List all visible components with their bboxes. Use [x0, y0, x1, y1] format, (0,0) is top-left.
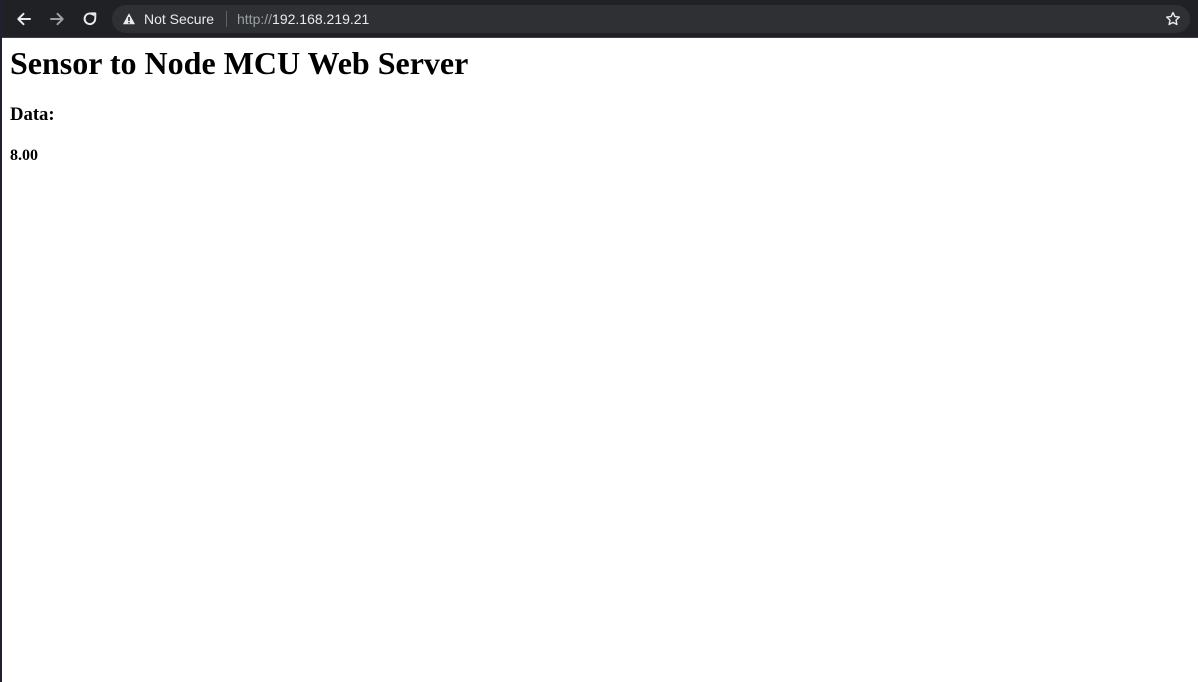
security-chip[interactable]: Not Secure — [122, 5, 214, 33]
url-scheme: http:// — [237, 11, 273, 27]
warning-icon — [123, 13, 135, 25]
url-host: 192.168.219.21 — [272, 11, 370, 27]
back-arrow-icon — [17, 12, 31, 26]
forward-button[interactable] — [45, 7, 69, 31]
browser-window: Not Secure http://192.168.219.21 Sensor … — [0, 0, 1198, 682]
url-display[interactable]: http://192.168.219.21 — [237, 5, 369, 33]
back-button[interactable] — [12, 7, 36, 31]
reload-button[interactable] — [78, 7, 102, 31]
address-bar-divider — [226, 11, 227, 27]
browser-toolbar: Not Secure http://192.168.219.21 — [2, 0, 1198, 38]
bookmark-button[interactable] — [1164, 10, 1182, 28]
forward-arrow-icon — [50, 12, 64, 26]
page-title: Sensor to Node MCU Web Server — [10, 45, 469, 81]
address-bar[interactable]: Not Secure http://192.168.219.21 — [112, 5, 1190, 33]
star-icon — [1166, 11, 1180, 26]
page-content: Sensor to Node MCU Web Server Data: 8.00 — [10, 38, 1190, 682]
data-label: Data: — [10, 104, 55, 125]
sensor-value: 8.00 — [10, 147, 38, 164]
security-status-text: Not Secure — [144, 11, 215, 27]
reload-icon — [83, 12, 97, 26]
